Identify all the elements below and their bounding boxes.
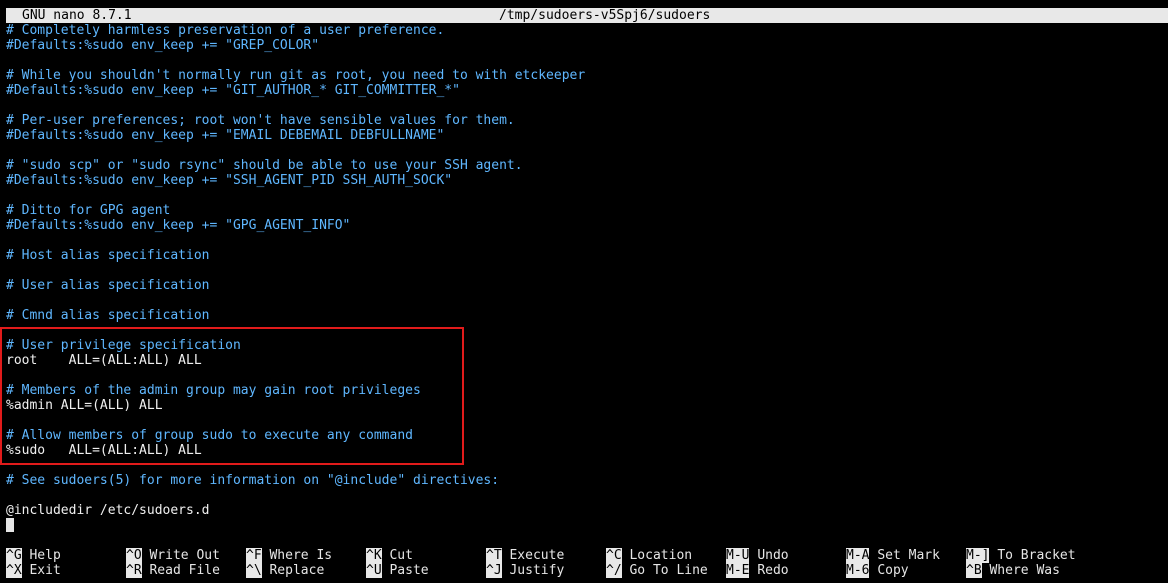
shortcut-label: Copy — [877, 563, 909, 578]
shortcut-label: Replace — [269, 563, 325, 578]
editor-line[interactable] — [6, 143, 1166, 158]
shortcut-label: Write Out — [149, 548, 220, 563]
shortcut-key: M-E — [726, 563, 750, 578]
shortcut-key: M-6 — [846, 563, 870, 578]
editor-line[interactable]: #Defaults:%sudo env_keep += "GREP_COLOR" — [6, 38, 1166, 53]
editor-line[interactable]: # While you shouldn't normally run git a… — [6, 68, 1166, 83]
shortcut-key: M-U — [726, 548, 750, 563]
shortcut-item[interactable]: ^J Justify — [486, 563, 564, 578]
shortcut-item[interactable]: ^K Cut — [366, 548, 413, 563]
shortcut-item[interactable]: ^U Paste — [366, 563, 429, 578]
editor-line[interactable]: #Defaults:%sudo env_keep += "GPG_AGENT_I… — [6, 218, 1166, 233]
shortcut-item[interactable]: ^G Help — [6, 548, 61, 563]
editor-line[interactable]: # Ditto for GPG agent — [6, 203, 1166, 218]
shortcut-label: Read File — [149, 563, 220, 578]
editor-line[interactable] — [6, 488, 1166, 503]
shortcut-key: ^F — [246, 548, 262, 563]
shortcut-item[interactable]: ^X Exit — [6, 563, 61, 578]
editor-line[interactable]: #Defaults:%sudo env_keep += "GIT_AUTHOR_… — [6, 83, 1166, 98]
app-version: GNU nano 8.7.1 — [22, 8, 132, 23]
shortcut-label: Set Mark — [877, 548, 940, 563]
shortcut-item[interactable]: ^R Read File — [126, 563, 220, 578]
file-path: /tmp/sudoers-v5Spj6/sudoers — [499, 8, 711, 23]
shortcut-key: ^X — [6, 563, 22, 578]
editor-line[interactable]: # Completely harmless preservation of a … — [6, 23, 1166, 38]
editor-line[interactable] — [6, 293, 1166, 308]
editor-line[interactable]: @includedir /etc/sudoers.d — [6, 503, 1166, 518]
shortcut-key: ^\ — [246, 563, 262, 578]
shortcut-key: ^U — [366, 563, 382, 578]
editor-line[interactable] — [6, 458, 1166, 473]
editor-line[interactable] — [6, 323, 1166, 338]
editor-line[interactable]: # Per-user preferences; root won't have … — [6, 113, 1166, 128]
shortcut-label: Execute — [509, 548, 565, 563]
shortcut-label: Cut — [389, 548, 413, 563]
shortcut-item[interactable]: ^F Where Is — [246, 548, 332, 563]
shortcut-key: ^T — [486, 548, 502, 563]
editor-line[interactable]: # See sudoers(5) for more information on… — [6, 473, 1166, 488]
shortcut-label: Redo — [757, 563, 789, 578]
text-cursor — [6, 518, 14, 532]
shortcut-label: Where Was — [989, 563, 1060, 578]
editor-line[interactable]: # User alias specification — [6, 278, 1166, 293]
shortcut-key: ^O — [126, 548, 142, 563]
editor-line[interactable] — [6, 263, 1166, 278]
shortcut-item[interactable]: M-A Set Mark — [846, 548, 940, 563]
editor-line[interactable] — [6, 368, 1166, 383]
editor-line[interactable]: # Members of the admin group may gain ro… — [6, 383, 1166, 398]
shortcut-item[interactable]: ^\ Replace — [246, 563, 324, 578]
shortcut-key: ^K — [366, 548, 382, 563]
editor-line[interactable]: #Defaults:%sudo env_keep += "SSH_AGENT_P… — [6, 173, 1166, 188]
shortcut-key: ^J — [486, 563, 502, 578]
editor-line[interactable]: # Allow members of group sudo to execute… — [6, 428, 1166, 443]
shortcut-label: Paste — [389, 563, 429, 578]
editor-line[interactable] — [6, 188, 1166, 203]
editor-line[interactable] — [6, 413, 1166, 428]
shortcut-label: Where Is — [269, 548, 333, 563]
shortcut-item[interactable]: ^B Where Was — [966, 563, 1060, 578]
nano-title-bar: GNU nano 8.7.1 /tmp/sudoers-v5Spj6/sudoe… — [6, 8, 1168, 23]
editor-line[interactable]: root ALL=(ALL:ALL) ALL — [6, 353, 1166, 368]
shortcut-label: Location — [629, 548, 693, 563]
shortcut-key: ^G — [6, 548, 22, 563]
shortcut-label: Exit — [29, 563, 61, 578]
shortcut-key: ^R — [126, 563, 142, 578]
editor-line[interactable]: # User privilege specification — [6, 338, 1166, 353]
shortcut-label: Go To Line — [629, 563, 708, 578]
editor-line[interactable]: # Host alias specification — [6, 248, 1166, 263]
shortcut-item[interactable]: ^T Execute — [486, 548, 564, 563]
shortcut-key: M-A — [846, 548, 870, 563]
shortcut-item[interactable]: M-] To Bracket — [966, 548, 1076, 563]
shortcut-item[interactable]: M-6 Copy — [846, 563, 909, 578]
shortcut-label: Help — [29, 548, 61, 563]
shortcut-key: ^/ — [606, 563, 622, 578]
editor-line[interactable] — [6, 53, 1166, 68]
shortcut-item[interactable]: ^/ Go To Line — [606, 563, 708, 578]
shortcut-item[interactable]: M-U Undo — [726, 548, 789, 563]
editor-line[interactable]: #Defaults:%sudo env_keep += "EMAIL DEBEM… — [6, 128, 1166, 143]
shortcut-item[interactable]: ^O Write Out — [126, 548, 220, 563]
shortcut-label: Justify — [509, 563, 565, 578]
shortcut-label: To Bracket — [997, 548, 1076, 563]
shortcut-item[interactable]: M-E Redo — [726, 563, 789, 578]
editor-line[interactable]: %admin ALL=(ALL) ALL — [6, 398, 1166, 413]
shortcut-item[interactable]: ^C Location — [606, 548, 692, 563]
shortcut-label: Undo — [757, 548, 789, 563]
editor-line[interactable]: %sudo ALL=(ALL:ALL) ALL — [6, 443, 1166, 458]
shortcut-bar: ^G Help ^O Write Out ^F Where Is ^K Cut ^T E… — [6, 548, 1166, 578]
editor-text-area[interactable]: # Completely harmless preservation of a … — [6, 23, 1166, 518]
shortcut-key: ^C — [606, 548, 622, 563]
shortcut-key: ^B — [966, 563, 982, 578]
shortcut-key: M-] — [966, 548, 990, 563]
editor-line[interactable]: # Cmnd alias specification — [6, 308, 1166, 323]
editor-line[interactable]: # "sudo scp" or "sudo rsync" should be a… — [6, 158, 1166, 173]
editor-line[interactable] — [6, 98, 1166, 113]
editor-line[interactable] — [6, 233, 1166, 248]
